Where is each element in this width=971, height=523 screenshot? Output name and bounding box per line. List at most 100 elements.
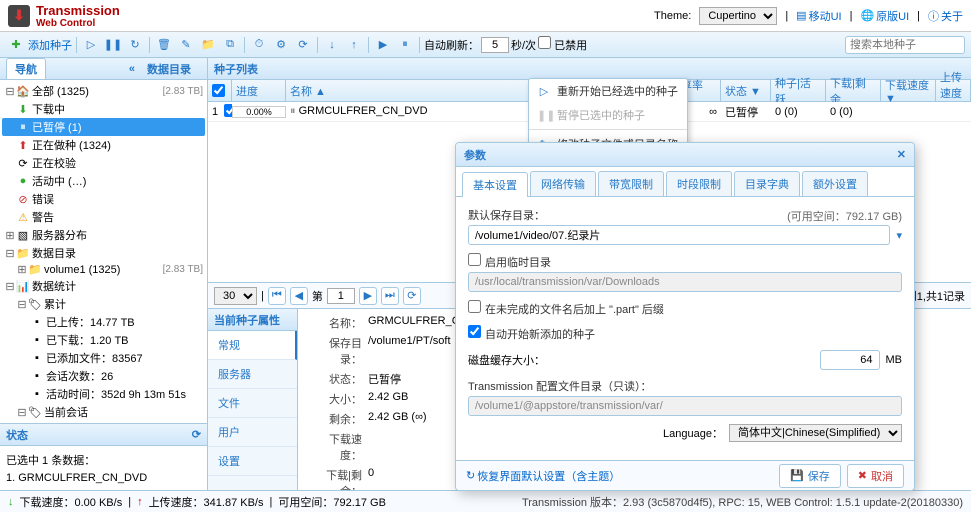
add-torrent-button[interactable]: ✚ xyxy=(6,35,26,55)
part-suffix-checkbox[interactable]: 在未完成的文件名后加上 ".part" 后缀 xyxy=(468,300,902,317)
page-next[interactable]: ▶ xyxy=(359,287,377,305)
default-dir-input[interactable] xyxy=(468,225,890,245)
page-last[interactable]: ⏭ xyxy=(381,287,399,305)
status-pane: 状态⟳ 已选中 1 条数据： 1. GRMCULFRER_CN_DVD xyxy=(0,423,207,490)
select-all-checkbox[interactable] xyxy=(212,84,225,97)
node-error[interactable]: ⊘错误 xyxy=(2,190,205,208)
copy-icon[interactable]: ⧉ xyxy=(220,35,240,55)
stat-dn-total: ▪已下载：1.20 TB xyxy=(2,331,205,349)
logo-icon: ⬇ xyxy=(8,5,30,27)
dtab-basic[interactable]: 基本设置 xyxy=(462,172,528,197)
tab-files[interactable]: 文件 xyxy=(208,389,297,418)
tab-general[interactable]: 常规 xyxy=(208,331,297,360)
node-total[interactable]: ⊟🏷累计 xyxy=(2,295,205,313)
about-link[interactable]: ⓘ关于 xyxy=(928,8,963,24)
selection-count: 已选中 1 条数据： xyxy=(6,452,201,468)
ul-limit-icon[interactable]: ↑ xyxy=(344,35,364,55)
app-subtitle: Web Control xyxy=(36,18,120,29)
node-checking[interactable]: ⟳正在校验 xyxy=(2,154,205,172)
tab-server[interactable]: 服务器 xyxy=(208,360,297,389)
col-name[interactable]: 名称 ▲ xyxy=(286,80,536,101)
col-state[interactable]: 状态 ▼ xyxy=(721,80,771,101)
node-downloading[interactable]: ⬇下载中 xyxy=(2,100,205,118)
pause-icon[interactable]: ❚❚ xyxy=(103,35,123,55)
add-torrent-label[interactable]: 添加种子 xyxy=(28,37,72,53)
speed-icon[interactable]: ⏱ xyxy=(249,35,269,55)
dl-limit-icon[interactable]: ↓ xyxy=(322,35,342,55)
node-session[interactable]: ⊟🏷当前会话 xyxy=(2,403,205,421)
page-reload[interactable]: ⟳ xyxy=(403,287,421,305)
node-warning[interactable]: ⚠警告 xyxy=(2,208,205,226)
col-seeds[interactable]: 种子|活跃 xyxy=(771,80,826,101)
pause-all-icon[interactable]: ⏸ xyxy=(395,35,415,55)
tab-users[interactable]: 用户 xyxy=(208,418,297,447)
cfg-label: Transmission 配置文件目录（只读）： xyxy=(468,378,902,394)
auto-start-checkbox[interactable]: 自动开始新添加的种子 xyxy=(468,325,902,342)
rename-icon[interactable]: ✎ xyxy=(176,35,196,55)
node-paused[interactable]: ⏸已暂停 (1) xyxy=(2,118,205,136)
stat-active-time: ▪活动时间：352d 9h 13m 51s xyxy=(2,385,205,403)
cache-input[interactable] xyxy=(820,350,880,370)
det-size: 2.42 GB xyxy=(368,391,408,407)
data-dir-tab[interactable]: 数据目录 xyxy=(139,59,199,79)
dtab-time[interactable]: 时段限制 xyxy=(666,171,732,196)
col-dlrem[interactable]: 下载|剩余 xyxy=(826,80,881,101)
nav-header: 导航 « 数据目录 xyxy=(0,58,207,80)
play-icon[interactable]: ▷ xyxy=(81,35,101,55)
refresh-icon[interactable]: ⟳ xyxy=(192,428,201,441)
mobile-ui-link[interactable]: ▤移动UI xyxy=(796,8,841,24)
orig-ui-link[interactable]: 🌐原版UI xyxy=(860,8,909,24)
dtab-net[interactable]: 网络传输 xyxy=(530,171,596,196)
lang-select[interactable]: 简体中文|Chinese(Simplified) xyxy=(729,424,902,442)
start-all-icon[interactable]: ▶ xyxy=(373,35,393,55)
tab-settings-d[interactable]: 设置 xyxy=(208,447,297,476)
col-ulspeed[interactable]: 上传速度 ▼ xyxy=(936,80,971,101)
upload-speed-icon: ↑ xyxy=(137,496,143,508)
stat-up-total: ▪已上传：14.77 TB xyxy=(2,313,205,331)
page-input[interactable] xyxy=(327,288,355,304)
mobile-icon: ▤ xyxy=(796,9,806,22)
theme-label: Theme: xyxy=(654,10,691,22)
page-size-select[interactable]: 30 xyxy=(214,287,257,305)
use-temp-checkbox[interactable]: 启用临时目录 xyxy=(468,253,902,270)
node-volume1[interactable]: ⊞📁volume1 (1325)[2.83 TB] xyxy=(2,262,205,277)
node-seeding[interactable]: ⬆正在做种 (1324) xyxy=(2,136,205,154)
sb-ul: 上传速度：341.87 KB/s xyxy=(149,494,264,510)
search-input[interactable] xyxy=(845,36,965,54)
interval-unit: 秒/次 xyxy=(511,37,536,53)
remove-icon[interactable]: 🗑 xyxy=(154,35,174,55)
page-prev[interactable]: ◀ xyxy=(290,287,308,305)
sb-version: Transmission 版本：2.93 (3c5870d4f5), RPC: … xyxy=(522,494,963,510)
dialog-close[interactable]: ✕ xyxy=(897,148,906,161)
cancel-button[interactable]: ✖ 取消 xyxy=(847,464,904,488)
reload-icon[interactable]: ⟳ xyxy=(293,35,313,55)
cell-seeds: 0 (0) xyxy=(771,106,826,118)
col-progress[interactable]: 进度 xyxy=(232,80,286,101)
dtab-dict[interactable]: 目录字典 xyxy=(734,171,800,196)
refresh-enabled[interactable]: 已禁用 xyxy=(538,36,587,53)
sb-free: 可用空间：792.17 GB xyxy=(278,494,386,510)
node-active[interactable]: ●活动中 (…) xyxy=(2,172,205,190)
app-title: Transmission xyxy=(36,3,120,18)
cell-state: 已暂停 xyxy=(721,104,771,120)
page-first[interactable]: ⏮ xyxy=(268,287,286,305)
node-servers[interactable]: ⊞▧服务器分布 xyxy=(2,226,205,244)
recheck-icon[interactable]: ↻ xyxy=(125,35,145,55)
dtab-bw[interactable]: 带宽限制 xyxy=(598,171,664,196)
settings-icon[interactable]: ⚙ xyxy=(271,35,291,55)
folder-icon[interactable]: 📁 xyxy=(198,35,218,55)
refresh-interval-input[interactable] xyxy=(481,37,509,53)
free-space: (可用空间：792.17 GB) xyxy=(787,208,902,224)
node-folders[interactable]: ⊟📁数据目录 xyxy=(2,244,205,262)
lbl-default-dir: 默认保存目录： xyxy=(468,207,545,223)
save-button[interactable]: 💾 保存 xyxy=(779,464,841,488)
col-dlspeed[interactable]: 下载速度 ▼ xyxy=(881,80,936,101)
nav-tab[interactable]: 导航 xyxy=(6,58,46,79)
restore-defaults-link[interactable]: ↻ 恢复界面默认设置（含主题） xyxy=(466,468,620,484)
theme-select[interactable]: Cupertino xyxy=(699,7,777,25)
row-checkbox[interactable] xyxy=(224,104,232,117)
node-stats[interactable]: ⊟📊数据统计 xyxy=(2,277,205,295)
dtab-extra[interactable]: 额外设置 xyxy=(802,171,868,196)
dropdown-icon[interactable]: ▾ xyxy=(896,229,902,242)
node-all[interactable]: ⊟🏠全部 (1325)[2.83 TB] xyxy=(2,82,205,100)
